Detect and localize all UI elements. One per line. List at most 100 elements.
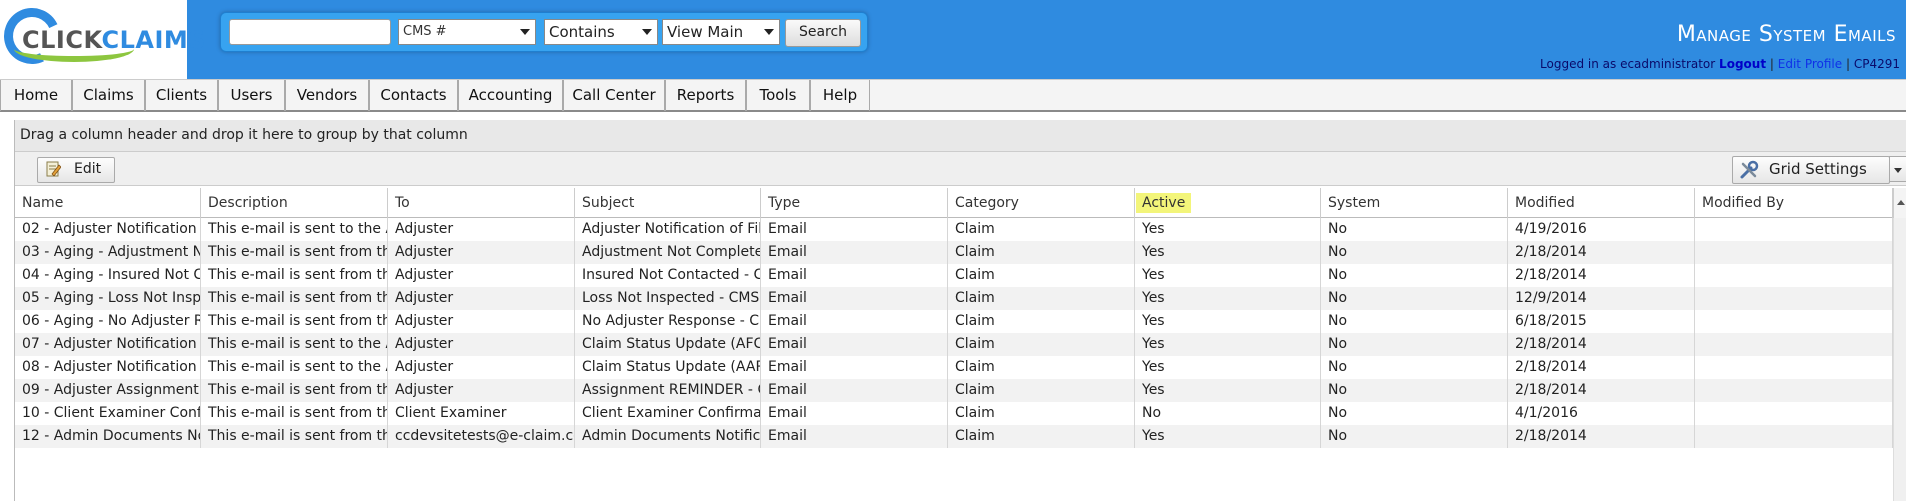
grid-toolbar: Edit Grid Settings [15, 152, 1906, 186]
scroll-up-button[interactable] [1893, 188, 1906, 218]
table-row[interactable]: 03 - Aging - Adjustment No This e-mail is… [15, 241, 1893, 264]
logout-link[interactable]: Logout [1719, 57, 1766, 71]
cell-active: Yes [1135, 356, 1321, 379]
table-row[interactable]: 12 - Admin Documents No This e-mail is se… [15, 425, 1893, 448]
group-by-drop-zone[interactable]: Drag a column header and drop it here to… [15, 120, 1906, 152]
cell-modified-by [1695, 287, 1893, 310]
nav-item-vendors[interactable]: Vendors [285, 80, 369, 111]
table-row[interactable]: 10 - Client Examiner Confir This e-mail i… [15, 402, 1893, 425]
cell-to: Adjuster [388, 356, 575, 379]
cell-active: Yes [1135, 241, 1321, 264]
nav-item-claims[interactable]: Claims [72, 80, 145, 111]
cell-modified: 2/18/2014 [1508, 264, 1695, 287]
table-row[interactable]: 04 - Aging - Insured Not Co This e-mail i… [15, 264, 1893, 287]
cell-system: No [1321, 287, 1508, 310]
table-row[interactable]: 09 - Adjuster Assignment R This e-mail is… [15, 379, 1893, 402]
grid-settings-button[interactable]: Grid Settings [1732, 156, 1890, 184]
main-nav: Home Claims Clients Users Vendors Contac… [0, 79, 1906, 112]
page-title: Manage System Emails [1676, 22, 1896, 47]
cell-type: Email [761, 287, 948, 310]
cell-subject: No Adjuster Response - CM [575, 310, 761, 333]
cell-system: No [1321, 310, 1508, 333]
column-header-type[interactable]: Type [761, 188, 948, 218]
table-row[interactable]: 06 - Aging - No Adjuster Re This e-mail i… [15, 310, 1893, 333]
nav-item-help[interactable]: Help [810, 80, 870, 111]
column-header-subject[interactable]: Subject [575, 188, 761, 218]
cell-category: Claim [948, 356, 1135, 379]
chevron-down-icon [1894, 168, 1902, 173]
edit-profile-link[interactable]: Edit Profile [1778, 57, 1842, 71]
cell-modified: 2/18/2014 [1508, 241, 1695, 264]
edit-document-icon [46, 161, 61, 177]
nav-item-home[interactable]: Home [0, 80, 72, 111]
column-header-active[interactable]: Active [1135, 188, 1321, 218]
search-input[interactable] [229, 19, 391, 45]
column-header-to[interactable]: To [388, 188, 575, 218]
cell-name: 03 - Aging - Adjustment No [15, 241, 201, 264]
cell-modified-by [1695, 402, 1893, 425]
table-row[interactable]: 05 - Aging - Loss Not Inspe This e-mail i… [15, 287, 1893, 310]
cell-active: Yes [1135, 287, 1321, 310]
column-header-name[interactable]: Name [15, 188, 201, 218]
cell-type: Email [761, 402, 948, 425]
grid-settings-dropdown[interactable] [1889, 156, 1906, 182]
cell-to: Adjuster [388, 241, 575, 264]
search-panel: CMS # Contains View Main Search [220, 12, 868, 52]
cell-name: 10 - Client Examiner Confir [15, 402, 201, 425]
column-header-modified[interactable]: Modified [1508, 188, 1695, 218]
cell-category: Claim [948, 287, 1135, 310]
site-code: CP4291 [1853, 57, 1900, 71]
cell-description: This e-mail is sent from the [201, 379, 388, 402]
cell-modified-by [1695, 264, 1893, 287]
cell-modified: 2/18/2014 [1508, 379, 1695, 402]
table-row[interactable]: 08 - Adjuster Notification c This e-mail … [15, 356, 1893, 379]
emails-grid: Drag a column header and drop it here to… [14, 120, 1906, 501]
cell-system: No [1321, 241, 1508, 264]
cell-to: ccdevsitetests@e-claim.com [388, 425, 575, 448]
search-button[interactable]: Search [785, 19, 861, 47]
view-select[interactable]: View Main [662, 19, 780, 45]
cell-modified: 2/18/2014 [1508, 356, 1695, 379]
cell-name: 09 - Adjuster Assignment R [15, 379, 201, 402]
nav-item-tools[interactable]: Tools [746, 80, 810, 111]
nav-item-accounting[interactable]: Accounting [458, 80, 563, 111]
cell-subject: Adjuster Notification of File [575, 218, 761, 241]
column-header-modified-by[interactable]: Modified By [1695, 188, 1893, 218]
cell-name: 12 - Admin Documents No [15, 425, 201, 448]
table-row[interactable]: 02 - Adjuster Notification c This e-mail … [15, 218, 1893, 241]
nav-item-reports[interactable]: Reports [665, 80, 746, 111]
cell-modified-by [1695, 241, 1893, 264]
vertical-scrollbar[interactable] [1893, 218, 1906, 501]
cell-name: 05 - Aging - Loss Not Inspe [15, 287, 201, 310]
column-header-system[interactable]: System [1321, 188, 1508, 218]
cell-to: Client Examiner [388, 402, 575, 425]
cell-system: No [1321, 264, 1508, 287]
match-type-select[interactable]: Contains [544, 19, 658, 45]
table-row[interactable]: 07 - Adjuster Notification c This e-mail … [15, 333, 1893, 356]
cell-to: Adjuster [388, 264, 575, 287]
cell-type: Email [761, 264, 948, 287]
cell-system: No [1321, 333, 1508, 356]
column-header-description[interactable]: Description [201, 188, 388, 218]
nav-item-contacts[interactable]: Contacts [369, 80, 458, 111]
cell-modified-by [1695, 379, 1893, 402]
column-header-category[interactable]: Category [948, 188, 1135, 218]
chevron-down-icon [520, 29, 530, 35]
cell-system: No [1321, 356, 1508, 379]
cell-active: Yes [1135, 333, 1321, 356]
clickclaims-logo[interactable]: CLICKCLAIMS [0, 0, 206, 79]
cell-description: This e-mail is sent to the Ad [201, 333, 388, 356]
cell-description: This e-mail is sent from the [201, 287, 388, 310]
search-field-select[interactable]: CMS # [398, 19, 536, 45]
cell-name: 07 - Adjuster Notification c [15, 333, 201, 356]
nav-item-call-center[interactable]: Call Center [563, 80, 665, 111]
cell-type: Email [761, 425, 948, 448]
nav-item-clients[interactable]: Clients [145, 80, 218, 111]
cell-type: Email [761, 356, 948, 379]
cell-system: No [1321, 425, 1508, 448]
cell-active: Yes [1135, 264, 1321, 287]
cell-active: Yes [1135, 425, 1321, 448]
edit-button[interactable]: Edit [37, 157, 115, 183]
cell-description: This e-mail is sent from the [201, 402, 388, 425]
nav-item-users[interactable]: Users [218, 80, 285, 111]
